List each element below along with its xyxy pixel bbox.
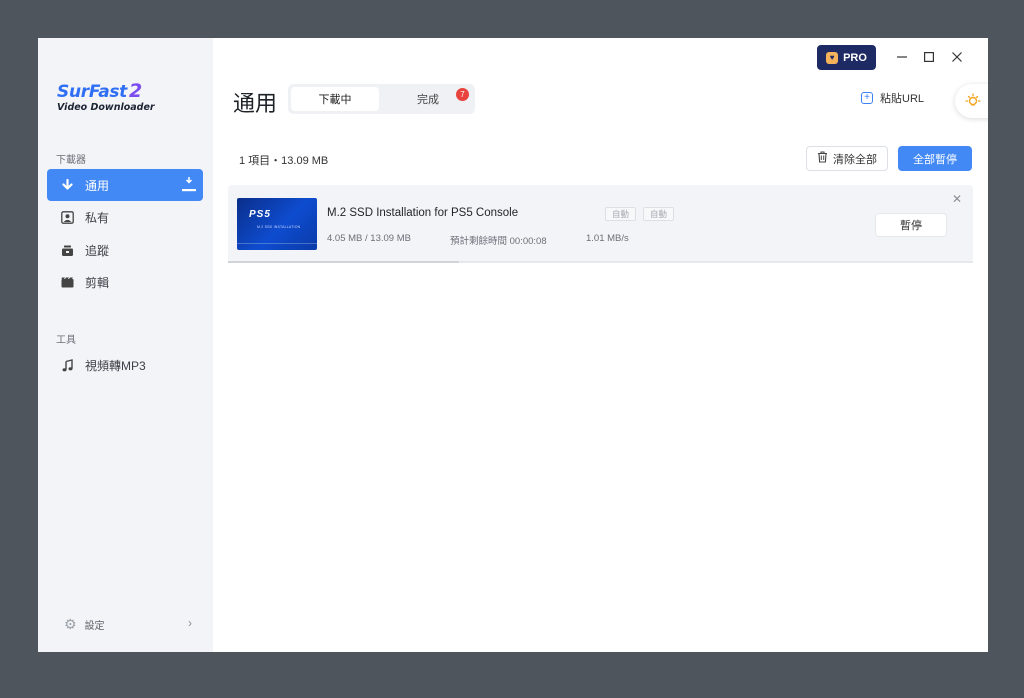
video-thumbnail: PS5 M.2 SSD INSTALLATION <box>237 198 317 250</box>
download-summary: 1 項目・13.09 MB <box>239 155 329 167</box>
logo-name: SurFast <box>57 82 128 102</box>
tracking-icon <box>60 243 74 257</box>
sidebar-item-private[interactable]: 私有 <box>47 201 203 233</box>
thumbnail-logo: PS5 <box>249 209 271 220</box>
sidebar-item-tracking[interactable]: 追蹤 <box>47 234 203 266</box>
sidebar-item-video-to-mp3[interactable]: 視頻轉MP3 <box>47 349 203 381</box>
settings-button[interactable]: ⚙ 設定 › <box>64 616 192 632</box>
section-label-tools: 工具 <box>56 335 76 346</box>
lightbulb-icon <box>965 93 981 106</box>
music-note-icon <box>60 358 74 372</box>
thumbnail-caption: M.2 SSD INSTALLATION <box>257 225 301 229</box>
task-eta: 預計剩餘時間 00:00:08 <box>450 236 547 247</box>
thumbnail-stripe <box>237 243 317 244</box>
section-label-downloader: 下載器 <box>56 155 86 166</box>
paste-url-label: 粘貼URL <box>880 93 925 105</box>
sidebar-item-clip[interactable]: 剪輯 <box>47 266 203 298</box>
sidebar-item-label: 私有 <box>85 210 110 225</box>
minimize-button[interactable] <box>894 49 910 65</box>
chevron-right-icon: › <box>188 616 192 630</box>
sidebar-item-label: 視頻轉MP3 <box>85 358 146 373</box>
paste-url-button[interactable]: + 粘貼URL <box>861 90 924 106</box>
clear-all-label: 清除全部 <box>833 153 877 166</box>
task-speed: 1.01 MB/s <box>586 233 629 244</box>
logo-version: 2 <box>129 80 142 102</box>
sidebar-item-label: 通用 <box>85 178 110 193</box>
settings-label: 設定 <box>84 620 105 632</box>
download-tray-icon <box>181 176 197 193</box>
app-window: SurFast2 Video Downloader 下載器 通用 私有 追蹤 <box>38 38 988 652</box>
plus-icon: + <box>861 92 873 104</box>
diamond-icon: ♥ <box>826 51 839 64</box>
close-window-button[interactable] <box>949 49 965 65</box>
task-title: M.2 SSD Installation for PS5 Console <box>327 207 519 219</box>
download-tabs: 下載中 完成 <box>288 84 475 114</box>
pro-label: PRO <box>843 51 867 64</box>
clip-icon <box>60 275 74 289</box>
app-logo: SurFast 2 Video Downloader <box>57 80 155 114</box>
clear-all-button[interactable]: 清除全部 <box>806 146 888 171</box>
main-panel: ♥ PRO 通用 下載中 完成 7 + 粘貼URL 1 項目・13.09 MB <box>213 38 988 652</box>
sidebar-item-label: 追蹤 <box>85 243 110 258</box>
page-title: 通用 <box>233 92 278 117</box>
progress-bar <box>228 261 973 263</box>
progress-fill <box>228 261 459 263</box>
format-tag: 自動 <box>643 207 675 221</box>
download-arrow-icon <box>60 178 74 192</box>
pause-all-button[interactable]: 全部暫停 <box>898 146 972 171</box>
tab-downloading[interactable]: 下載中 <box>291 87 379 111</box>
pro-upgrade-button[interactable]: ♥ PRO <box>817 45 876 70</box>
close-icon[interactable]: ✕ <box>952 192 962 206</box>
lightbulb-tips-button[interactable] <box>955 84 988 118</box>
sidebar-item-label: 剪輯 <box>85 275 110 290</box>
pause-button[interactable]: 暫停 <box>875 213 947 237</box>
sidebar: SurFast2 Video Downloader 下載器 通用 私有 追蹤 <box>38 38 213 652</box>
maximize-button[interactable] <box>921 49 937 65</box>
sidebar-item-general[interactable]: 通用 <box>47 169 203 201</box>
private-icon <box>60 210 74 224</box>
gear-icon: ⚙ <box>64 616 77 632</box>
download-task: PS5 M.2 SSD INSTALLATION M.2 SSD Install… <box>228 185 973 263</box>
completed-count-badge: 7 <box>456 88 469 101</box>
trash-icon <box>817 151 828 166</box>
task-size: 4.05 MB / 13.09 MB <box>327 233 411 244</box>
quality-tag: 自動 <box>605 207 637 221</box>
logo-subtitle: Video Downloader <box>57 102 155 113</box>
